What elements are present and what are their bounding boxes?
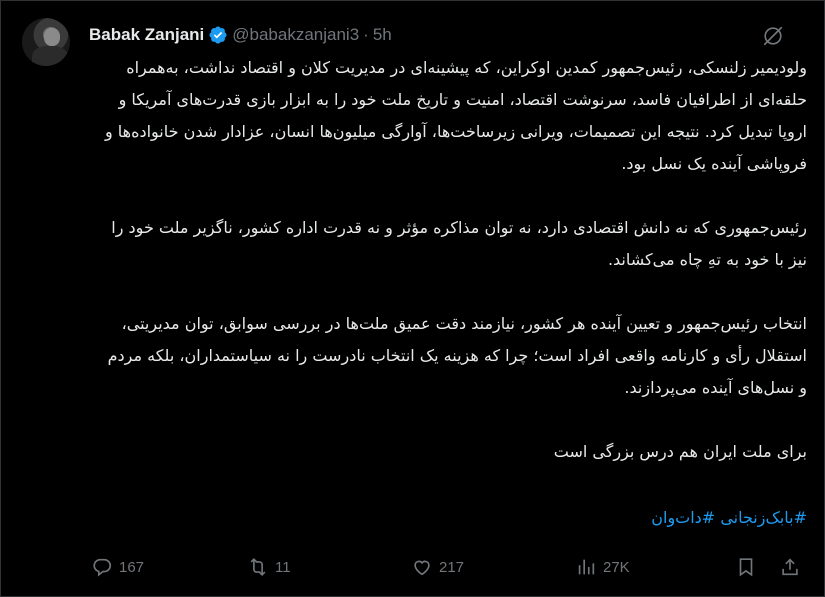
view-count: 27K — [603, 558, 630, 576]
tweet-paragraph: انتخاب رئیس‌جمهور و تعیین آینده هر کشور،… — [107, 314, 807, 397]
views-chart-icon — [578, 559, 595, 575]
share-button[interactable] — [779, 553, 801, 581]
reply-count: 167 — [119, 558, 145, 576]
tweet-paragraph: برای ملت ایران هم درس بزرگی است — [553, 442, 807, 461]
tweet-card[interactable]: Babak Zanjani @babakzanjani3 · 5h ولودیم… — [0, 0, 825, 597]
hashtag-link[interactable]: #بابک‌زنجانی — [720, 508, 807, 527]
avatar-body — [32, 46, 68, 66]
verified-badge-icon[interactable] — [208, 25, 228, 45]
grok-icon[interactable] — [762, 25, 784, 47]
views-button[interactable]: 27K — [575, 553, 630, 581]
like-button[interactable]: 217 — [411, 553, 464, 581]
hashtag-row: #بابک‌زنجانی #دات‌وان — [97, 502, 807, 534]
share-icon — [782, 558, 798, 576]
reply-button[interactable]: 167 — [91, 553, 144, 581]
reply-icon — [93, 558, 112, 577]
author-handle[interactable]: @babakzanjani3 — [232, 25, 359, 45]
action-bar: 167 11 217 27K — [89, 553, 804, 581]
repost-icon — [250, 558, 266, 576]
heart-icon — [414, 560, 430, 576]
bookmark-button[interactable] — [735, 553, 757, 581]
hashtag-link[interactable]: #دات‌وان — [651, 508, 715, 527]
like-count: 217 — [439, 558, 465, 576]
avatar[interactable] — [22, 18, 70, 66]
header-separator: · — [363, 25, 369, 44]
repost-count: 11 — [275, 558, 291, 576]
author-name[interactable]: Babak Zanjani — [89, 25, 204, 45]
tweet-paragraph: رئیس‌جمهوری که نه دانش اقتصادی دارد، نه … — [111, 218, 807, 269]
tweet-time[interactable]: 5h — [373, 25, 392, 45]
tweet-text: ولودیمیر زلنسکی، رئیس‌جمهور کمدین اوکرای… — [97, 52, 807, 468]
tweet-header: Babak Zanjani @babakzanjani3 · 5h — [89, 23, 392, 47]
avatar-face — [44, 28, 60, 46]
tweet-paragraph: ولودیمیر زلنسکی، رئیس‌جمهور کمدین اوکرای… — [104, 58, 807, 173]
repost-button[interactable]: 11 — [247, 553, 291, 581]
bookmark-icon — [739, 558, 753, 577]
